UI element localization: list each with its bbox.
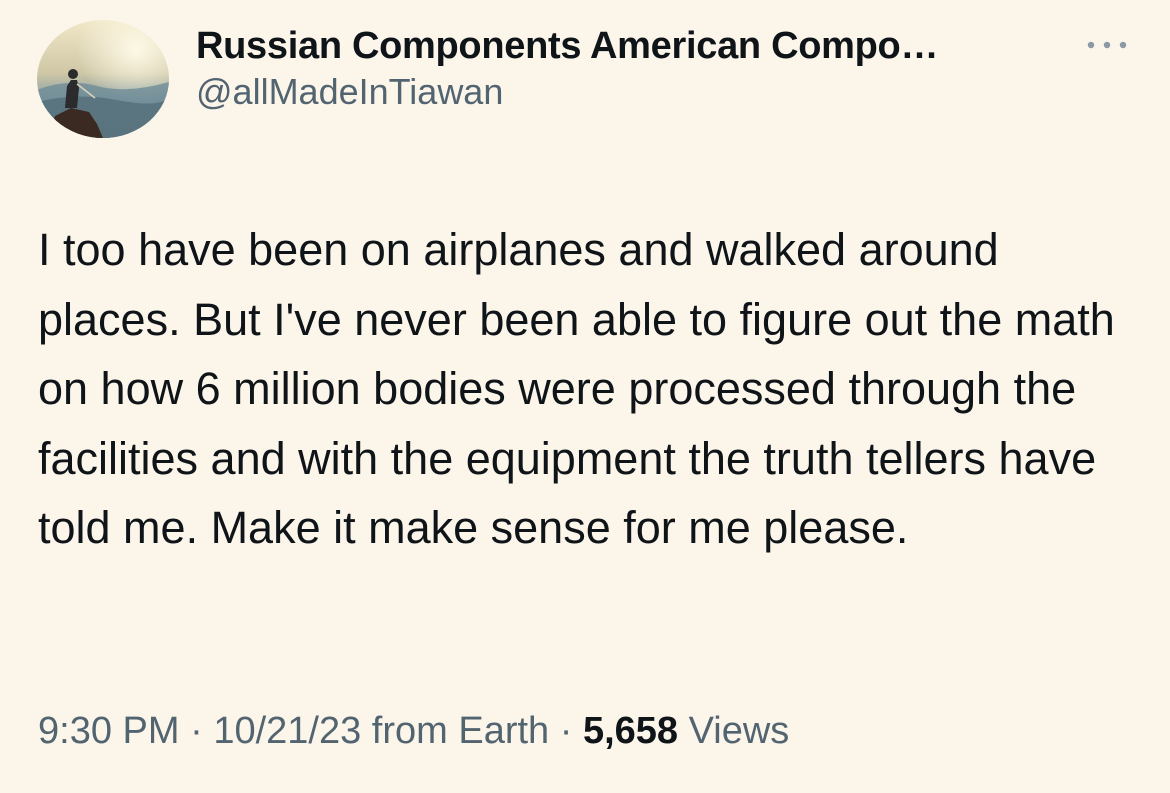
tweet-source: from Earth: [371, 710, 550, 752]
views-count[interactable]: 5,658: [583, 710, 678, 752]
tweet-text-content: I too have been on airplanes and walked …: [38, 224, 1115, 553]
meta-separator: ·: [559, 710, 573, 752]
tweet-text: I too have been on airplanes and walked …: [38, 215, 1148, 563]
avatar[interactable]: [37, 20, 169, 138]
author-display-name[interactable]: Russian Components American Compo…: [196, 24, 938, 68]
tweet-time[interactable]: 9:30 PM: [38, 710, 180, 752]
tweet-meta: 9:30 PM · 10/21/23 from Earth · 5,658 Vi…: [38, 706, 789, 756]
views-label[interactable]: Views: [689, 710, 790, 752]
avatar-image: [37, 20, 169, 138]
author-handle[interactable]: @allMadeInTiawan: [196, 70, 938, 114]
tweet-date[interactable]: 10/21/23: [213, 710, 361, 752]
author-block[interactable]: Russian Components American Compo… @allM…: [196, 24, 938, 114]
meta-separator: ·: [190, 710, 203, 752]
more-horizontal-icon[interactable]: [1084, 35, 1130, 55]
tweet-card: Russian Components American Compo… @allM…: [0, 0, 1170, 793]
